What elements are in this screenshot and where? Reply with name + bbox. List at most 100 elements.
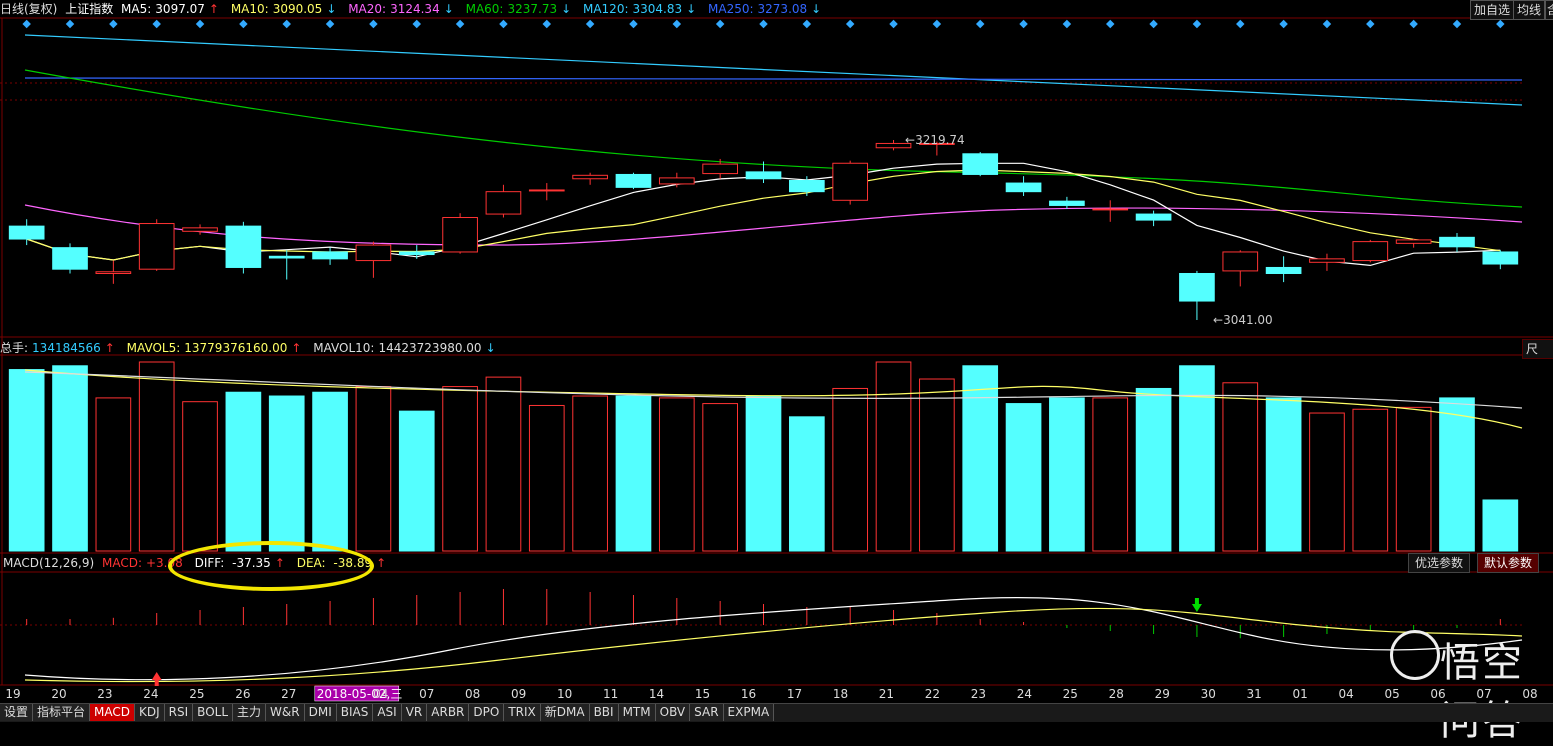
volume-bar[interactable] [1439,397,1475,552]
candle[interactable] [1179,270,1215,320]
x-tick-label: 25 [1063,687,1078,701]
tab-主力[interactable]: 主力 [233,704,267,721]
tab-bbi[interactable]: BBI [589,704,619,721]
volume-bar[interactable] [1265,397,1302,552]
tab-dpo[interactable]: DPO [469,704,505,721]
candle[interactable] [1222,250,1259,287]
volume-bar[interactable] [182,401,218,552]
candle[interactable] [572,172,608,185]
volume-bar[interactable] [1222,382,1259,552]
candle[interactable] [1309,253,1345,271]
tab-arbr[interactable]: ARBR [427,704,470,721]
volume-bar[interactable] [1092,397,1129,552]
candle[interactable] [962,152,999,177]
low-annotation: ←3041.00 [1213,313,1273,327]
volume-bar[interactable] [1482,499,1519,552]
candle[interactable] [1092,200,1129,222]
candle[interactable] [1395,239,1432,248]
tab-bias[interactable]: BIAS [336,704,374,721]
candle[interactable] [702,158,738,179]
volume-bar[interactable] [485,376,522,552]
volume-bar[interactable] [1005,403,1042,552]
volume-ruler-button[interactable]: 尺 [1522,339,1553,359]
volume-bar[interactable] [962,365,999,552]
candle[interactable] [1482,250,1519,270]
default-params-button[interactable]: 默认参数 [1477,553,1540,573]
volume-bar[interactable] [442,386,478,552]
volume-bar[interactable] [398,410,435,552]
add-watchlist-button[interactable]: 加自选 [1470,0,1515,20]
tab-macd[interactable]: MACD [90,704,136,721]
candle[interactable] [1005,176,1042,196]
volume-bar[interactable] [1309,412,1345,552]
candle[interactable] [615,172,652,190]
ma-settings-button[interactable]: 均线 [1513,0,1546,20]
volume-bar[interactable] [702,403,738,552]
tab-dmi[interactable]: DMI [304,704,337,721]
volume-bar[interactable] [312,391,348,552]
candle[interactable] [355,241,392,278]
volume-bar[interactable] [572,395,608,552]
volume-bar[interactable] [8,369,45,552]
volume-bar[interactable] [1049,397,1085,552]
candle[interactable] [442,213,478,254]
tab-vr[interactable]: VR [401,704,428,721]
tab-obv[interactable]: OBV [655,704,691,721]
candle[interactable] [485,184,522,218]
down-arrow-icon: ↓ [326,2,337,16]
tab-指标平台[interactable]: 指标平台 [33,704,91,721]
candle[interactable] [138,219,175,271]
candle[interactable] [52,243,88,274]
candle[interactable] [312,247,348,265]
tab-trix[interactable]: TRIX [504,704,541,721]
volume-bar[interactable] [1135,387,1172,552]
candle[interactable] [225,221,262,274]
candle[interactable] [528,183,565,201]
volume-bar[interactable] [225,391,262,552]
ma10-label: MA10: 3090.05 ↓ [230,2,337,16]
tab-boll[interactable]: BOLL [193,704,234,721]
x-tick-label: 10 [557,687,572,701]
tab-w&r[interactable]: W&R [266,704,305,721]
volume-bar[interactable] [658,397,695,552]
volume-bar[interactable] [832,387,869,552]
candle[interactable] [1135,210,1172,227]
candle[interactable] [1352,239,1389,263]
tab-expma[interactable]: EXPMA [723,704,775,721]
tab-设置[interactable]: 设置 [0,704,34,721]
tab-mtm[interactable]: MTM [618,704,656,721]
tab-asi[interactable]: ASI [373,704,402,721]
tab-新dma[interactable]: 新DMA [540,704,590,721]
volume-bar[interactable] [268,395,305,552]
candle[interactable] [8,219,45,246]
candle[interactable] [658,172,695,188]
tab-sar[interactable]: SAR [690,704,724,721]
tab-kdj[interactable]: KDJ [135,704,165,721]
macd-title[interactable]: MACD(12,26,9) [3,556,94,570]
more-button[interactable]: 含 [1545,0,1553,20]
volume-bar[interactable] [875,361,912,552]
candle[interactable] [95,260,132,284]
volume-bar[interactable] [1395,406,1432,552]
period-label[interactable]: 日线(复权) [0,2,57,16]
candle[interactable] [268,250,305,280]
volume-bar[interactable] [52,365,88,552]
volume-bar[interactable] [528,404,565,552]
volume-bar[interactable] [95,397,132,552]
candle[interactable] [832,160,869,205]
volume-bar[interactable] [789,416,825,552]
candle[interactable] [398,245,435,259]
volume-bar[interactable] [1179,365,1215,552]
volume-bar[interactable] [355,386,392,552]
volume-bar[interactable] [745,395,782,552]
volume-bar[interactable] [919,378,955,552]
candle[interactable] [1265,256,1302,283]
volume-bar[interactable] [615,395,652,552]
volume-bar[interactable] [1352,408,1389,552]
optimize-params-button[interactable]: 优选参数 [1408,553,1471,573]
down-arrow-icon: ↓ [561,2,572,16]
volume-bar[interactable] [138,361,175,552]
candle[interactable] [1049,196,1085,209]
tab-rsi[interactable]: RSI [164,704,194,721]
candle[interactable] [1439,233,1475,252]
